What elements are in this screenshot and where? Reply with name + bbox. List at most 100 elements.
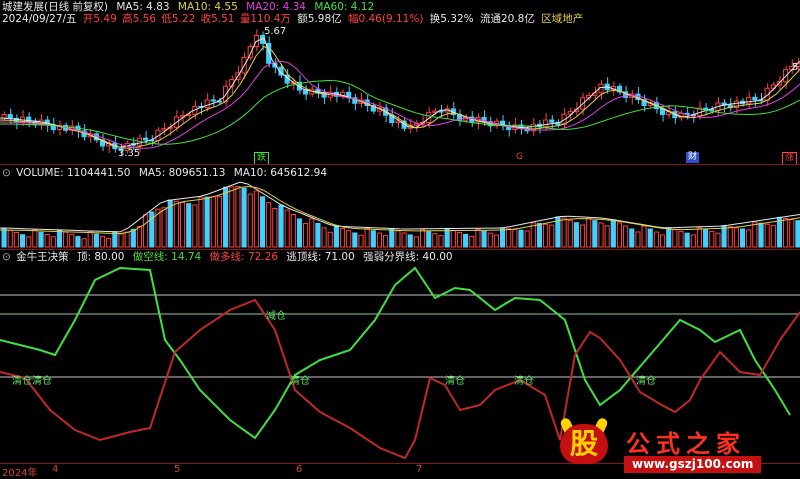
volume-bar (635, 231, 641, 248)
volume-bar (333, 225, 339, 248)
volume-bar (438, 235, 444, 248)
volume-bar (709, 230, 715, 248)
edge-price-label: 5. (792, 62, 800, 73)
date-label: 2024/09/27/五 (2, 13, 77, 25)
volume-bar (395, 230, 401, 248)
volume-bar (770, 224, 776, 248)
volume-bar (653, 231, 659, 248)
indicator-menu-icon[interactable]: ⊙ (2, 251, 11, 263)
ma10-line (0, 45, 800, 149)
volume-bar (499, 227, 506, 248)
volume-bar (259, 196, 266, 248)
marker-cai[interactable]: 财 (686, 152, 700, 163)
volume-bar (198, 196, 204, 248)
open-label: 开5.49 (82, 13, 117, 25)
volume-bar (684, 232, 690, 248)
signal-qingcang-4: 清仓 (636, 376, 656, 387)
x-axis-month-6: 6 (296, 464, 303, 475)
marker-g[interactable]: G (514, 152, 525, 163)
candle-body (746, 96, 752, 105)
signal-qingcang-1: 清仓 (290, 376, 310, 387)
volume-bar (659, 234, 666, 248)
volume-bar (303, 222, 309, 248)
float-label: 流通20.8亿 (479, 13, 535, 25)
bear-line (0, 266, 791, 440)
logo-title: 公式之家 (626, 430, 746, 458)
volume-bar (99, 235, 106, 248)
volume-bar (703, 229, 709, 248)
bull-line-label: 做多线: 72.26 (209, 251, 278, 263)
volume-bar (339, 227, 346, 248)
volume-bar (518, 229, 524, 248)
volume-bar (229, 186, 235, 248)
volume-bar (327, 231, 333, 248)
volume-bar (672, 229, 678, 248)
volume-bar (124, 231, 130, 248)
x-axis-month-4: 4 (52, 464, 59, 475)
volume-bar (346, 230, 352, 248)
volume-bar (173, 200, 179, 248)
volume-bar (746, 229, 752, 248)
volume-bar (204, 196, 210, 248)
volume-bar (38, 231, 44, 248)
volume-bar (186, 203, 192, 248)
candle-body (543, 119, 549, 128)
volume-bar (407, 234, 413, 248)
volume-bar (444, 228, 450, 248)
volume-bar (475, 228, 481, 248)
volume-bar (678, 230, 684, 248)
volume-bar (604, 225, 610, 248)
volume-bar (247, 193, 253, 248)
volume-bar (739, 228, 746, 248)
volume-bar (776, 216, 783, 248)
volume-bar (223, 186, 229, 248)
high-label: 高5.56 (122, 13, 157, 25)
high-annotation: 5.67 (264, 26, 287, 37)
volume-bar (647, 228, 653, 248)
volume-bar (352, 232, 358, 248)
volume-bar (561, 217, 567, 248)
x-axis-month-5: 5 (174, 464, 181, 475)
indicator-name: 金牛王决策 (16, 251, 69, 263)
ohlc-row: 2024/09/27/五 开5.49 高5.56 低5.22 收5.51 量11… (2, 13, 588, 25)
ma20-label: MA20: 4.34 (246, 1, 306, 13)
volume-bar (696, 227, 703, 248)
volume-bar (733, 227, 739, 248)
volume-bar (586, 217, 592, 248)
volume-bar (358, 234, 364, 248)
volume-bar (315, 222, 321, 248)
volume-bar (192, 204, 198, 248)
candle-body (204, 99, 210, 109)
logo-url: www.gszj100.com (624, 456, 762, 473)
volume-bar (758, 222, 764, 248)
volume-bar (401, 232, 407, 248)
volume-bar (81, 238, 87, 248)
turnover-label: 换5.32% (429, 13, 474, 25)
volume-bar (130, 228, 136, 248)
volume-menu-icon[interactable]: ⊙ (2, 167, 11, 179)
volume-bar (143, 214, 149, 248)
volume-bar (93, 233, 99, 248)
stock-name: 城建发展(日线 前复权) (2, 1, 109, 13)
volume-bar (481, 230, 487, 248)
volume-bar (512, 228, 518, 248)
volume-bar (112, 231, 118, 248)
indicator-label-row: ⊙ 金牛王决策 顶: 80.00 做空线: 14.74 做多线: 72.26 逃… (2, 251, 458, 263)
bear-line-label: 做空线: 14.74 (132, 251, 202, 263)
volume-bar (87, 231, 93, 248)
volume-bar (727, 226, 733, 248)
volume-bar (216, 195, 223, 248)
volume-label: VOLUME: 1104441.50 (16, 167, 131, 179)
ma60-label: MA60: 4.12 (314, 1, 375, 13)
candle-body (438, 110, 444, 113)
volume-bar (50, 236, 56, 248)
volume-bar (56, 229, 63, 248)
ma5-line (0, 37, 800, 148)
price-ma-row: 城建发展(日线 前复权) MA5: 4.83 MA10: 4.55 MA20: … (2, 1, 379, 13)
x-axis-month-7: 7 (416, 464, 423, 475)
escape-line-label: 逃顶线: 71.00 (286, 251, 355, 263)
candle-body (549, 119, 555, 123)
volume-bar (118, 233, 124, 248)
volume-bar (69, 233, 75, 248)
signal-qingcang-double: 清仓清仓 (12, 376, 52, 387)
